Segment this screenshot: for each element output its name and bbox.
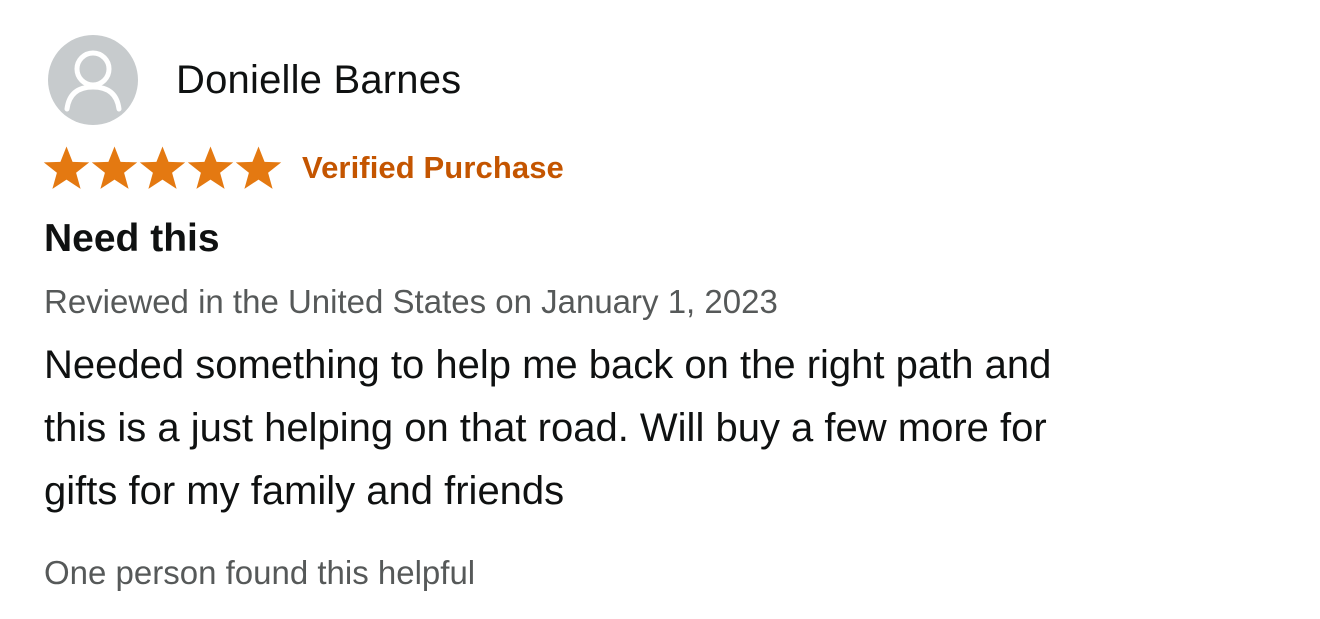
helpful-count: One person found this helpful [44, 554, 476, 591]
person-silhouette-icon [64, 50, 122, 112]
star-icon [42, 145, 91, 191]
review-body: Needed something to help me back on the … [44, 334, 1274, 523]
review-title[interactable]: Need this [44, 214, 220, 264]
review-body-line: this is a just helping on that road. Wil… [44, 406, 1047, 450]
review-body-line: Needed something to help me back on the … [44, 343, 1052, 387]
star-icon [186, 145, 235, 191]
rating-row: Verified Purchase [42, 144, 564, 192]
avatar[interactable] [48, 35, 138, 125]
star-icon [234, 145, 283, 191]
reviewer-profile[interactable]: Donielle Barnes [48, 34, 461, 126]
review-date: Reviewed in the United States on January… [44, 283, 778, 320]
star-icon [138, 145, 187, 191]
verified-purchase-badge: Verified Purchase [302, 150, 564, 185]
star-rating[interactable] [42, 144, 282, 192]
customer-review: Donielle Barnes Verified Purchase Need t… [0, 0, 1320, 619]
reviewer-name[interactable]: Donielle Barnes [176, 56, 461, 104]
star-icon [90, 145, 139, 191]
review-body-line: gifts for my family and friends [44, 469, 565, 513]
